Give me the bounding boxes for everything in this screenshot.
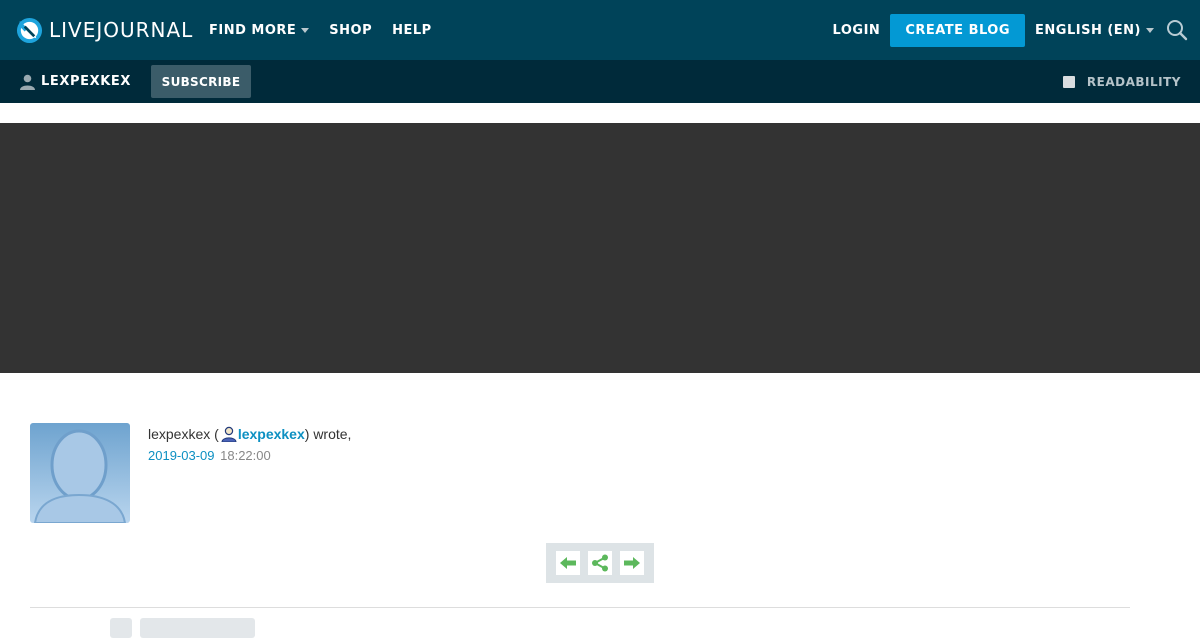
- main-nav: FIND MORE SHOP HELP: [209, 0, 452, 60]
- arrow-left-icon: [560, 557, 576, 569]
- nav-help[interactable]: HELP: [392, 23, 432, 38]
- default-userpic-icon: [30, 423, 130, 523]
- share-icon: [592, 554, 608, 572]
- user-icon[interactable]: [221, 426, 237, 442]
- footer-chip[interactable]: [140, 618, 255, 638]
- entry-footer-partial: [30, 618, 255, 638]
- language-label: ENGLISH (EN): [1035, 22, 1141, 38]
- author-plain: lexpexkex (: [148, 426, 219, 442]
- nav-help-label: HELP: [392, 22, 432, 38]
- readability-toggle[interactable]: READABILITY: [1062, 60, 1181, 103]
- journal-owner-link[interactable]: LEXPEXKEX: [20, 60, 131, 103]
- content-divider: [30, 607, 1130, 608]
- user-icon: [20, 74, 35, 90]
- create-blog-button[interactable]: CREATE BLOG: [890, 13, 1026, 47]
- journal-bar: LEXPEXKEX SUBSCRIBE READABILITY: [0, 60, 1200, 103]
- wrote-suffix: ) wrote,: [304, 426, 352, 442]
- next-entry-button[interactable]: [620, 551, 644, 575]
- footer-chip[interactable]: [110, 618, 132, 638]
- readability-label: READABILITY: [1086, 74, 1181, 89]
- livejournal-logo-icon: [16, 17, 43, 43]
- share-button[interactable]: [588, 551, 612, 575]
- post-byline: lexpexkex ( lexpexkex ) wrote,: [148, 426, 351, 442]
- readability-checkbox[interactable]: [1062, 75, 1075, 88]
- post-time: 18:22:00: [220, 448, 271, 463]
- top-header: LIVEJOURNAL FIND MORE SHOP HELP LOGIN CR…: [0, 0, 1200, 60]
- subscribe-button[interactable]: SUBSCRIBE: [151, 65, 251, 98]
- nav-shop[interactable]: SHOP: [329, 23, 372, 38]
- chevron-down-icon: [301, 27, 310, 33]
- language-selector[interactable]: ENGLISH (EN): [1035, 23, 1154, 38]
- search-icon[interactable]: [1166, 19, 1188, 41]
- nav-find-more-label: FIND MORE: [209, 22, 297, 38]
- nav-shop-label: SHOP: [329, 22, 373, 38]
- journal-owner-name: LEXPEXKEX: [41, 74, 131, 89]
- header-actions: LOGIN CREATE BLOG ENGLISH (EN): [833, 0, 1188, 60]
- journal-banner: [0, 123, 1200, 373]
- arrow-right-icon: [624, 557, 640, 569]
- post-datetime: 2019-03-09 18:22:00: [148, 448, 271, 463]
- logo-text: LIVEJOURNAL: [49, 18, 194, 42]
- livejournal-logo[interactable]: LIVEJOURNAL: [16, 15, 193, 45]
- previous-entry-button[interactable]: [556, 551, 580, 575]
- chevron-down-icon: [1146, 27, 1154, 33]
- avatar[interactable]: [30, 423, 130, 523]
- entry-controls: [546, 543, 654, 583]
- author-link[interactable]: lexpexkex: [238, 426, 305, 442]
- login-link[interactable]: LOGIN: [833, 23, 881, 38]
- nav-find-more[interactable]: FIND MORE: [209, 22, 310, 38]
- post-date-link[interactable]: 2019-03-09: [148, 448, 215, 463]
